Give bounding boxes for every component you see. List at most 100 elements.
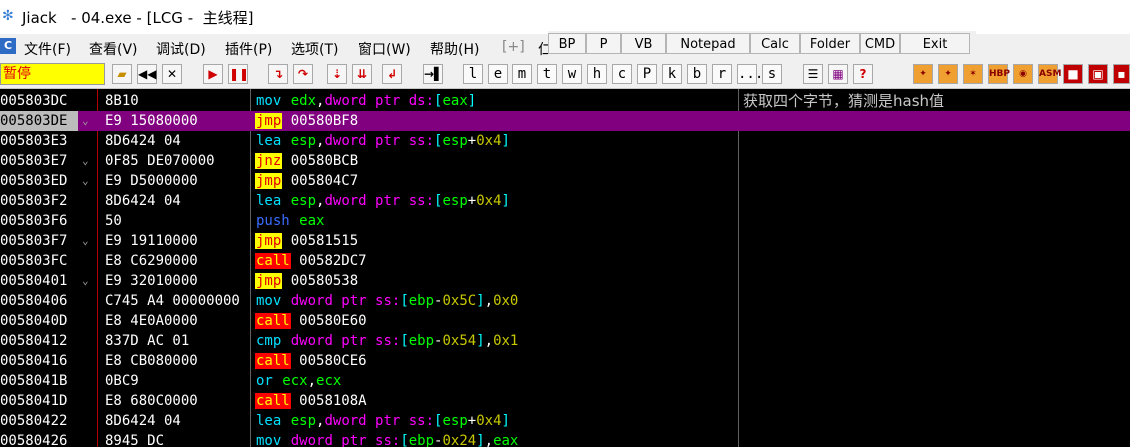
close-icon[interactable]: ✕ <box>162 64 182 84</box>
hex-bytes-cell: C745 A4 00000000 <box>105 293 240 309</box>
operand-token: esp <box>442 413 468 429</box>
operand-token: 00580538 <box>290 273 359 289</box>
operand-token: eax <box>493 433 519 447</box>
disasm-row[interactable]: 005803E3 8D6424 04 lea esp,dword ptr ss:[e… <box>0 131 1130 151</box>
mnemonic: mov <box>256 93 282 109</box>
cpu-window-button[interactable]: c <box>612 64 632 84</box>
pause-icon[interactable]: ❚❚ <box>228 64 249 84</box>
step-over-icon[interactable]: ↷ <box>293 64 313 84</box>
step-into-icon[interactable]: ↴ <box>268 64 288 84</box>
disasm-row[interactable]: 005803E7 ⌄ 0F85 DE070000 jnz 00580BCB <box>0 151 1130 171</box>
disasm-row[interactable]: 005803FC E8 C6290000 call 00582DC7 <box>0 251 1130 271</box>
stop-plugin-icon[interactable]: ■ <box>1063 64 1083 84</box>
list-icon[interactable]: ☰ <box>803 64 823 84</box>
cmd-button[interactable]: CMD <box>860 33 900 54</box>
execute-till-return-icon[interactable]: ↲ <box>382 64 402 84</box>
menu-window[interactable]: 窗口(W) <box>358 39 411 59</box>
operand-token: 0x4 <box>476 193 502 209</box>
disasm-row[interactable]: 0058040D E8 4E0A0000 call 00580E60 <box>0 311 1130 331</box>
operand-token: + <box>467 133 477 149</box>
hex-bytes-cell: 8945 DC <box>105 433 165 447</box>
vb-button[interactable]: VB <box>621 33 666 54</box>
operand-token: ] <box>467 93 477 109</box>
extra-plugin-icon[interactable]: ▪ <box>1113 64 1130 84</box>
trace-over-icon[interactable]: ⇊ <box>352 64 372 84</box>
asm-button[interactable]: ASM <box>1038 64 1061 84</box>
disasm-row[interactable]: 005803DE ⌄ E9 15080000 jmp 00580BF8 <box>0 111 1130 131</box>
menu-more[interactable]: [+] <box>502 39 525 55</box>
breakpoints-window-button[interactable]: b <box>687 64 707 84</box>
plugin-b-icon[interactable]: ✦ <box>938 64 958 84</box>
jump-mark-icon: ⌄ <box>82 174 89 187</box>
p-button[interactable]: P <box>586 33 621 54</box>
open-folder-icon[interactable]: ▰ <box>112 64 132 84</box>
log-window-button[interactable]: l <box>463 64 483 84</box>
memory-window-button[interactable]: m <box>512 64 532 84</box>
call-stack-window-button[interactable]: k <box>662 64 682 84</box>
operand-token: + <box>467 193 477 209</box>
menu-view[interactable]: 查看(V) <box>89 39 138 59</box>
operand-token: dword ptr ds: <box>324 93 435 109</box>
menu-plugins[interactable]: 插件(P) <box>225 39 272 59</box>
plugin-c-icon[interactable]: ✶ <box>963 64 983 84</box>
operand-token: [ <box>400 293 409 309</box>
grid-icon[interactable]: ▦ <box>828 64 848 84</box>
modules-window-button[interactable]: e <box>488 64 508 84</box>
hex-bytes-cell: E9 19110000 <box>105 233 198 249</box>
record-plugin-icon[interactable]: ▣ <box>1088 64 1108 84</box>
menu-options[interactable]: 选项(T) <box>291 39 338 59</box>
disasm-row[interactable]: 005803F6 50 push eax <box>0 211 1130 231</box>
run-icon[interactable]: ▶ <box>203 64 223 84</box>
menu-help[interactable]: 帮助(H) <box>430 39 479 59</box>
disasm-row[interactable]: 005803F2 8D6424 04 lea esp,dword ptr ss:[e… <box>0 191 1130 211</box>
eye-icon[interactable]: ◉ <box>1013 64 1033 84</box>
address-cell: 00580416 <box>0 353 68 369</box>
folder-button[interactable]: Folder <box>800 33 860 54</box>
trace-into-icon[interactable]: ⇣ <box>327 64 347 84</box>
instruction-cell: jmp 00580BF8 <box>255 111 738 131</box>
exit-button[interactable]: Exit <box>900 33 970 54</box>
references-window-button[interactable]: r <box>712 64 732 84</box>
disasm-row[interactable]: 00580412 837D AC 01 cmp dword ptr ss:[ebp-… <box>0 331 1130 351</box>
jump-mark-icon: ⌄ <box>82 154 89 167</box>
operand-token: 0x5C <box>442 293 477 309</box>
operand-token: ] <box>476 433 485 447</box>
windows-window-button[interactable]: w <box>562 64 582 84</box>
disasm-row[interactable]: 0058041B 0BC9 or ecx,ecx <box>0 371 1130 391</box>
hbp-button[interactable]: HBP <box>988 64 1010 84</box>
disasm-row[interactable]: 00580426 8945 DC mov dword ptr ss:[ebp-0x2… <box>0 431 1130 447</box>
run-trace-window-button[interactable]: ... <box>737 64 763 84</box>
app-menu-icon[interactable]: C <box>0 38 16 54</box>
comment-cell: 获取四个字节，猜测是hash值 <box>743 92 945 110</box>
window-title: Jiack - 04.exe - [LCG - 主线程] <box>22 9 254 27</box>
disasm-row[interactable]: 005803DC 8B10 mov edx,dword ptr ds:[eax] 获取… <box>0 91 1130 111</box>
patches-window-button[interactable]: P <box>637 64 657 84</box>
threads-window-button[interactable]: t <box>537 64 557 84</box>
jump-mark-icon: ⌄ <box>82 114 89 127</box>
disasm-row[interactable]: 00580416 E8 CB080000 call 00580CE6 <box>0 351 1130 371</box>
mnemonic: call <box>255 313 291 329</box>
disasm-row[interactable]: 005803ED ⌄ E9 D5000000 jmp 005804C7 <box>0 171 1130 191</box>
instruction-cell: lea esp,dword ptr ss:[esp+0x4] <box>255 411 738 431</box>
mnemonic: cmp <box>256 333 282 349</box>
menu-debug[interactable]: 调试(D) <box>156 39 206 59</box>
menu-file[interactable]: 文件(F) <box>24 39 71 59</box>
source-window-button[interactable]: s <box>762 64 782 84</box>
disasm-row[interactable]: 0058041D E8 680C0000 call 0058108A <box>0 391 1130 411</box>
goto-icon[interactable]: →▌ <box>423 64 443 84</box>
notepad-button[interactable]: Notepad <box>666 33 750 54</box>
help-icon[interactable]: ? <box>853 64 873 84</box>
disasm-row[interactable]: 00580406 C745 A4 00000000 mov dword ptr ss… <box>0 291 1130 311</box>
plugin-a-icon[interactable]: ✦ <box>913 64 933 84</box>
disassembly-pane[interactable]: 005803DC 8B10 mov edx,dword ptr ds:[eax] 获取… <box>0 89 1130 447</box>
rewind-icon[interactable]: ◀◀ <box>137 64 157 84</box>
operand-token: 0x54 <box>442 333 477 349</box>
bp-button[interactable]: BP <box>548 33 586 54</box>
disasm-row[interactable]: 005803F7 ⌄ E9 19110000 jmp 00581515 <box>0 231 1130 251</box>
address-cell: 00580426 <box>0 433 68 447</box>
disasm-row[interactable]: 00580422 8D6424 04 lea esp,dword ptr ss:[e… <box>0 411 1130 431</box>
handles-window-button[interactable]: h <box>587 64 607 84</box>
operand-token: 00580BCB <box>290 153 359 169</box>
calc-button[interactable]: Calc <box>750 33 800 54</box>
disasm-row[interactable]: 00580401 ⌄ E9 32010000 jmp 00580538 <box>0 271 1130 291</box>
